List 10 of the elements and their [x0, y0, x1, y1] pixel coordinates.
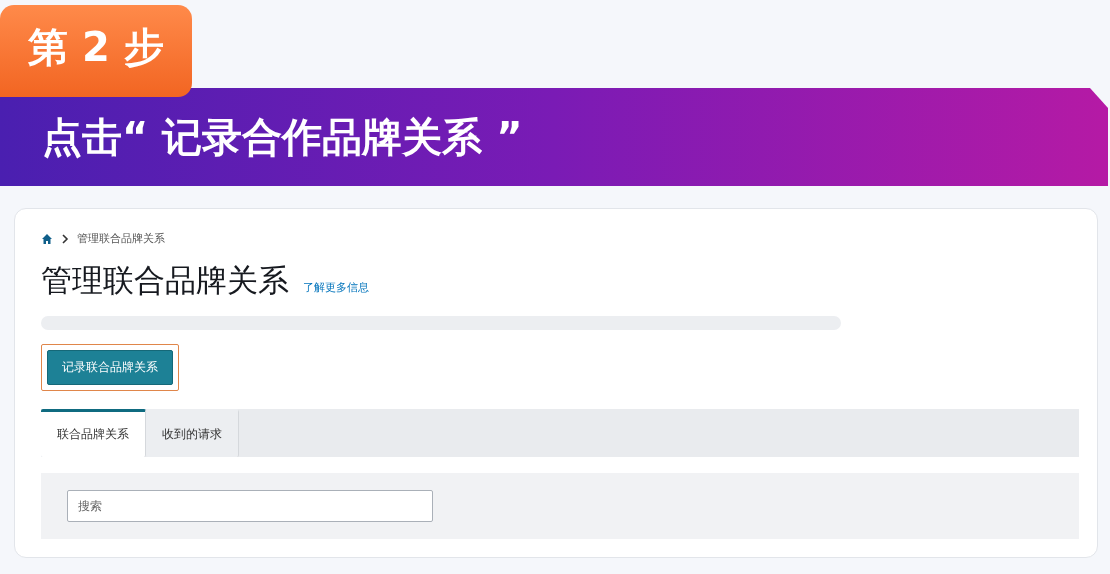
- page-title: 管理联合品牌关系: [41, 261, 289, 300]
- home-icon[interactable]: [41, 232, 53, 245]
- search-field[interactable]: 搜索: [67, 490, 433, 522]
- chevron-icon: [61, 233, 69, 244]
- banner-text: 点击“ 记录合作品牌关系 ”: [42, 112, 523, 162]
- breadcrumb-item[interactable]: 管理联合品牌关系: [77, 232, 165, 245]
- step-badge: 第 2 步: [0, 5, 192, 97]
- tab[interactable]: 联合品牌关系: [41, 409, 146, 457]
- record-button[interactable]: 记录联合品牌关系: [47, 350, 173, 385]
- learn-more-link[interactable]: 了解更多信息: [303, 280, 369, 295]
